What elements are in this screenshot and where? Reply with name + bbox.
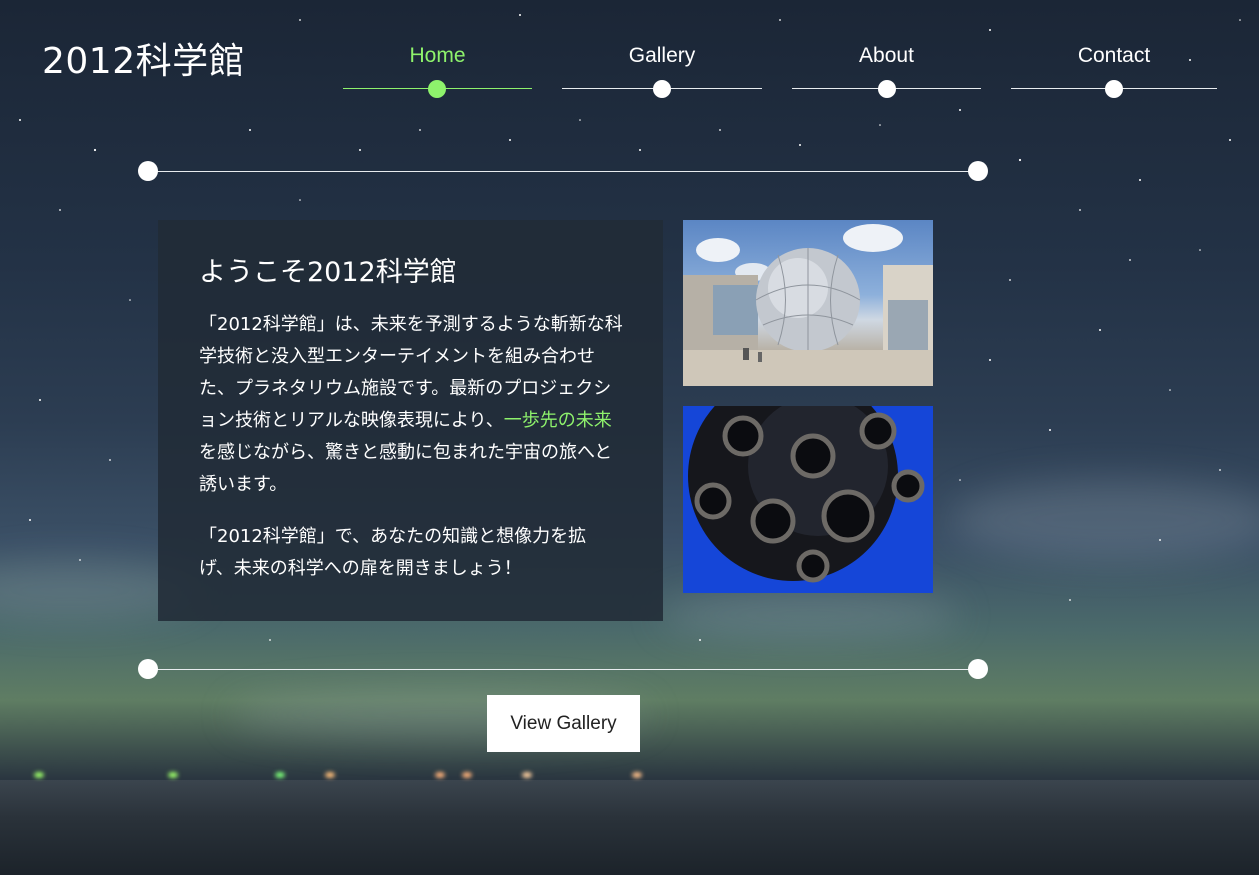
horizon-light bbox=[462, 772, 472, 778]
nav-about-label: About bbox=[859, 44, 914, 67]
nav-contact-dot bbox=[1105, 80, 1123, 98]
nav-about-dot bbox=[878, 80, 896, 98]
nav-about[interactable]: About bbox=[792, 40, 981, 98]
welcome-panel: ようこそ2012科学館 「2012科学館」は、未来を予測するような斬新な科学技術… bbox=[158, 220, 663, 621]
horizon-light bbox=[435, 772, 445, 778]
nav-home[interactable]: Home bbox=[343, 40, 532, 98]
nav-gallery-dot bbox=[653, 80, 671, 98]
nav-home-dot bbox=[428, 80, 446, 98]
sea-horizon bbox=[0, 780, 1259, 875]
planetarium-projector-photo-icon bbox=[683, 406, 933, 593]
mirrored-sphere-planetarium-photo-icon bbox=[683, 224, 933, 386]
nav-gallery-label: Gallery bbox=[628, 44, 696, 67]
horizon-light bbox=[632, 772, 642, 778]
view-gallery-button[interactable]: View Gallery bbox=[487, 695, 640, 752]
horizon-light bbox=[34, 772, 44, 778]
welcome-highlight: 一歩先の未来 bbox=[503, 410, 612, 431]
section-divider-bottom bbox=[138, 659, 988, 679]
divider-end-dot bbox=[968, 659, 988, 679]
divider-end-dot bbox=[968, 161, 988, 181]
nav-contact-label: Contact bbox=[1077, 44, 1151, 67]
cloud bbox=[950, 480, 1259, 560]
divider-end-dot bbox=[138, 659, 158, 679]
horizon-light bbox=[325, 772, 335, 778]
welcome-title: ようこそ2012科学館 bbox=[199, 257, 457, 288]
welcome-paragraph-1: 「2012科学館」は、未来を予測するような斬新な科学技術と没入型エンターテイメン… bbox=[199, 309, 623, 501]
section-divider-top bbox=[138, 161, 988, 181]
nav-contact[interactable]: Contact bbox=[1011, 40, 1217, 98]
welcome-text: を感じながら、驚きと感動に包まれた宇宙の旅へと誘います。 bbox=[199, 442, 613, 495]
welcome-paragraph-2: 「2012科学館」で、あなたの知識と想像力を拡げ、未来の科学への扉を開きましょう… bbox=[199, 526, 587, 579]
horizon-light bbox=[168, 772, 178, 778]
horizon-light bbox=[522, 772, 532, 778]
cloud bbox=[660, 590, 960, 640]
divider-end-dot bbox=[138, 161, 158, 181]
nav-gallery[interactable]: Gallery bbox=[562, 40, 762, 98]
site-logo[interactable]: 2012科学館 bbox=[42, 32, 245, 84]
planetarium-projector-photo bbox=[683, 406, 933, 593]
horizon-light bbox=[275, 772, 285, 778]
nav-home-label: Home bbox=[409, 44, 466, 67]
mirrored-sphere-photo bbox=[683, 220, 933, 386]
